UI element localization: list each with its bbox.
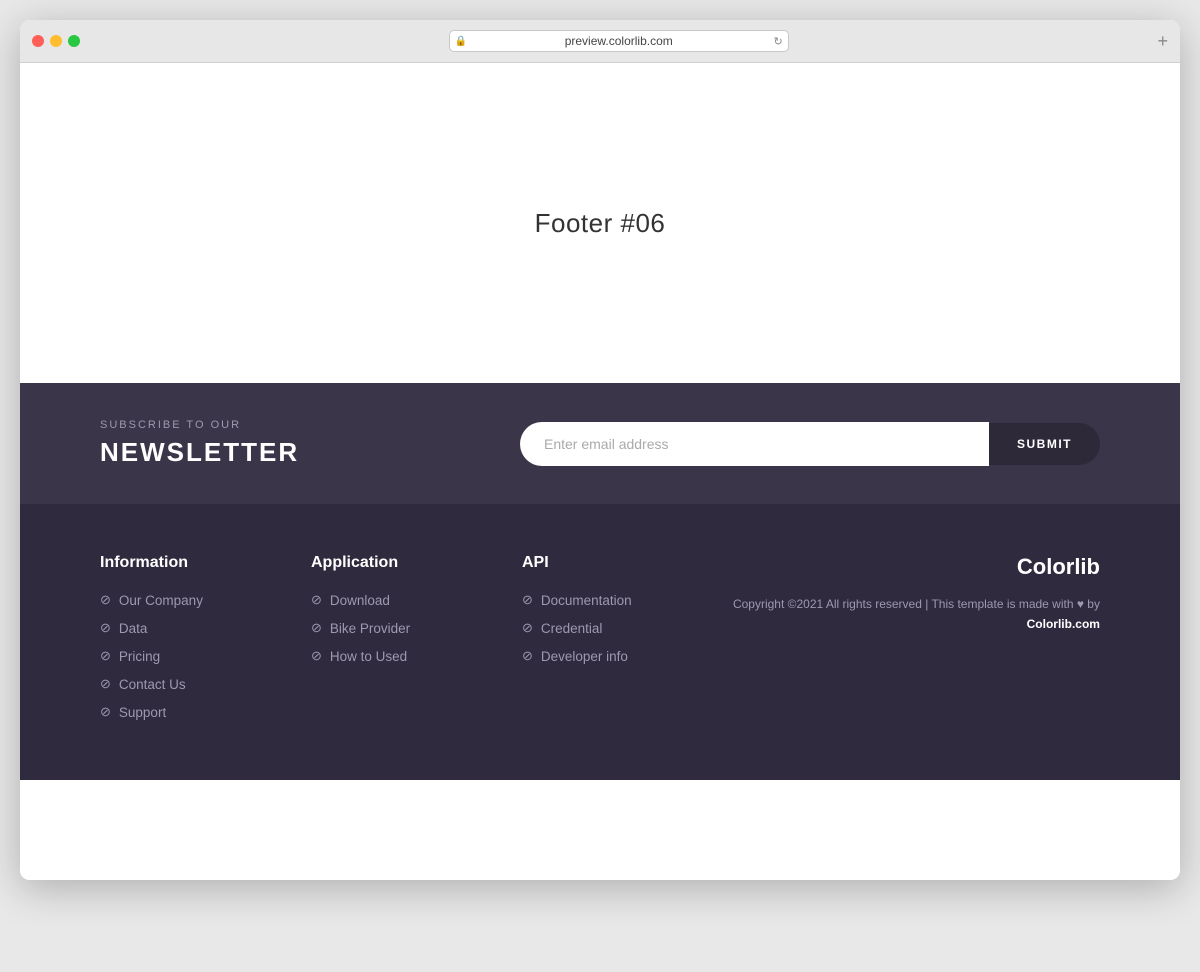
- browser-chrome: 🔒 ↻ +: [20, 20, 1180, 63]
- newsletter-form: SUBMIT: [520, 422, 1100, 466]
- page-content: Footer #06 SUBSCRIBE TO OUR NEWSLETTER S…: [20, 63, 1180, 880]
- circle-check-icon: ⊘: [100, 676, 111, 692]
- footer-link-contact-us[interactable]: Contact Us: [119, 677, 186, 692]
- footer-link-our-company[interactable]: Our Company: [119, 593, 203, 608]
- browser-window: 🔒 ↻ + Footer #06 SUBSCRIBE TO OUR NEWSLE…: [20, 20, 1180, 880]
- circle-check-icon: ⊘: [311, 648, 322, 664]
- list-item: ⊘ How to Used: [311, 648, 461, 664]
- footer-link-pricing[interactable]: Pricing: [119, 649, 160, 664]
- footer-col-information-title: Information: [100, 554, 250, 572]
- circle-check-icon: ⊘: [100, 592, 111, 608]
- newsletter-subtitle: SUBSCRIBE TO OUR: [100, 419, 299, 431]
- list-item: ⊘ Pricing: [100, 648, 250, 664]
- traffic-lights: [32, 35, 80, 47]
- circle-check-icon: ⊘: [522, 592, 533, 608]
- footer-col-api: API ⊘ Documentation ⊘ Credential ⊘ Devel: [522, 554, 672, 720]
- list-item: ⊘ Support: [100, 704, 250, 720]
- footer-link-support[interactable]: Support: [119, 705, 166, 720]
- list-item: ⊘ Contact Us: [100, 676, 250, 692]
- list-item: ⊘ Data: [100, 620, 250, 636]
- maximize-button[interactable]: [68, 35, 80, 47]
- footer-col-application-links: ⊘ Download ⊘ Bike Provider ⊘ How to Used: [311, 592, 461, 664]
- footer-link-credential[interactable]: Credential: [541, 621, 603, 636]
- refresh-icon[interactable]: ↻: [774, 35, 783, 48]
- footer-link-download[interactable]: Download: [330, 593, 390, 608]
- footer-brand-name: Colorlib: [733, 554, 1100, 580]
- list-item: ⊘ Download: [311, 592, 461, 608]
- minimize-button[interactable]: [50, 35, 62, 47]
- list-item: ⊘ Our Company: [100, 592, 250, 608]
- circle-check-icon: ⊘: [100, 648, 111, 664]
- close-button[interactable]: [32, 35, 44, 47]
- footer-col-application-title: Application: [311, 554, 461, 572]
- hero-section: Footer #06: [20, 63, 1180, 383]
- newsletter-text: SUBSCRIBE TO OUR NEWSLETTER: [100, 419, 299, 468]
- lock-icon: 🔒: [455, 36, 467, 47]
- circle-check-icon: ⊘: [311, 620, 322, 636]
- footer-link-how-to-used[interactable]: How to Used: [330, 649, 407, 664]
- list-item: ⊘ Credential: [522, 620, 672, 636]
- footer-col-api-title: API: [522, 554, 672, 572]
- list-item: ⊘ Developer info: [522, 648, 672, 664]
- footer-link-data[interactable]: Data: [119, 621, 148, 636]
- footer-col-application: Application ⊘ Download ⊘ Bike Provider ⊘: [311, 554, 461, 720]
- new-tab-button[interactable]: +: [1157, 32, 1168, 50]
- colorlib-link[interactable]: Colorlib.com: [1027, 617, 1100, 631]
- footer-link-bike-provider[interactable]: Bike Provider: [330, 621, 410, 636]
- footer-col-api-links: ⊘ Documentation ⊘ Credential ⊘ Developer…: [522, 592, 672, 664]
- footer-col-information-links: ⊘ Our Company ⊘ Data ⊘ Pricing ⊘: [100, 592, 250, 720]
- newsletter-title: NEWSLETTER: [100, 437, 299, 468]
- list-item: ⊘ Bike Provider: [311, 620, 461, 636]
- footer-link-developer-info[interactable]: Developer info: [541, 649, 628, 664]
- circle-check-icon: ⊘: [522, 620, 533, 636]
- bottom-bar: [20, 780, 1180, 880]
- circle-check-icon: ⊘: [311, 592, 322, 608]
- submit-button[interactable]: SUBMIT: [989, 423, 1100, 465]
- newsletter-section: SUBSCRIBE TO OUR NEWSLETTER SUBMIT: [20, 383, 1180, 504]
- url-input[interactable]: [449, 30, 789, 52]
- email-input[interactable]: [520, 422, 989, 466]
- circle-check-icon: ⊘: [100, 704, 111, 720]
- footer-columns: Information ⊘ Our Company ⊘ Data ⊘ Prici: [100, 554, 1100, 720]
- circle-check-icon: ⊘: [100, 620, 111, 636]
- footer-col-information: Information ⊘ Our Company ⊘ Data ⊘ Prici: [100, 554, 250, 720]
- list-item: ⊘ Documentation: [522, 592, 672, 608]
- hero-title: Footer #06: [535, 208, 666, 239]
- address-bar: 🔒 ↻: [88, 30, 1149, 52]
- footer-brand-col: Colorlib Copyright ©2021 All rights rese…: [733, 554, 1100, 720]
- footer-link-documentation[interactable]: Documentation: [541, 593, 632, 608]
- footer-copyright: Copyright ©2021 All rights reserved | Th…: [733, 594, 1100, 635]
- circle-check-icon: ⊘: [522, 648, 533, 664]
- footer-section: Information ⊘ Our Company ⊘ Data ⊘ Prici: [20, 504, 1180, 780]
- copyright-text: Copyright ©2021 All rights reserved | Th…: [733, 597, 1100, 611]
